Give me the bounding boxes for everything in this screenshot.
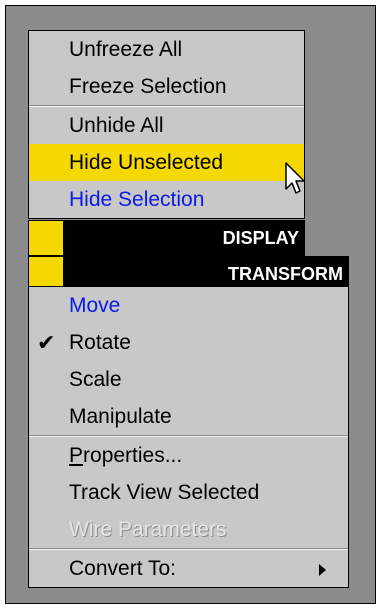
menu-item-manipulate[interactable]: Manipulate — [29, 398, 348, 435]
menu-item-hide-unselected[interactable]: Hide Unselected — [29, 144, 304, 181]
menu-item-scale[interactable]: Scale — [29, 361, 348, 398]
menu-item-label: Manipulate — [69, 405, 172, 428]
menu-item-label: Track View Selected — [69, 481, 260, 504]
menu-item-rotate[interactable]: ✔ Rotate — [29, 324, 348, 361]
menu-item-label: Hide Selection — [69, 188, 205, 211]
menu-item-label: Unhide All — [69, 114, 164, 137]
menu-item-label: Freeze Selection — [69, 75, 227, 98]
menu-item-mnemonic: P — [69, 444, 84, 467]
menu-item-label: Convert To: — [69, 557, 176, 580]
menu-item-track-view-selected[interactable]: Track View Selected — [29, 474, 348, 511]
menu-item-label: Move — [69, 294, 121, 317]
menu-item-move[interactable]: Move — [29, 287, 348, 324]
quad-label-text: DISPLAY — [222, 228, 299, 248]
menu-item-label: Unfreeze All — [69, 38, 183, 61]
menu-item-convert-to[interactable]: Convert To: — [29, 550, 348, 587]
mouse-pointer-icon — [285, 162, 305, 194]
checkmark-icon: ✔ — [37, 330, 56, 355]
quadrant-swatch — [29, 221, 63, 255]
quad-label-text: TRANSFORM — [228, 264, 343, 284]
menu-item-label: Wire Parameters — [69, 518, 227, 541]
transform-quadrant: Move ✔ Rotate Scale Manipulate Propertie… — [28, 286, 349, 588]
menu-item-properties[interactable]: Properties... — [29, 437, 348, 474]
quad-label-display[interactable]: DISPLAY — [28, 220, 305, 256]
menu-item-label: Scale — [69, 368, 122, 391]
menu-item-freeze-selection[interactable]: Freeze Selection — [29, 68, 304, 105]
menu-item-unfreeze-all[interactable]: Unfreeze All — [29, 31, 304, 68]
display-quadrant: Unfreeze All Freeze Selection Unhide All… — [28, 30, 305, 219]
menu-item-hide-selection[interactable]: Hide Selection — [29, 181, 304, 218]
menu-item-wire-parameters: Wire Parameters — [29, 511, 348, 548]
submenu-arrow-icon — [319, 564, 326, 576]
menu-item-label: roperties... — [83, 444, 183, 467]
menu-item-label: Rotate — [69, 331, 131, 354]
menu-item-label: Hide Unselected — [69, 151, 224, 174]
menu-item-unhide-all[interactable]: Unhide All — [29, 107, 304, 144]
